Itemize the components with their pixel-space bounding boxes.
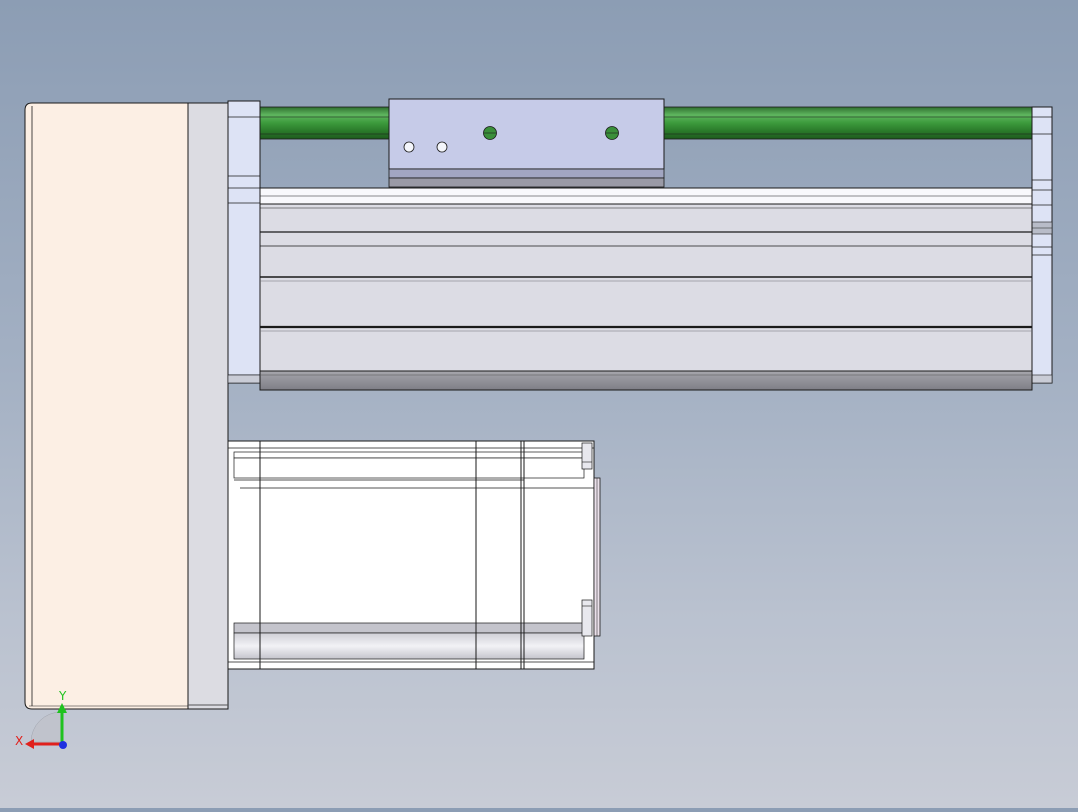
screw-head [483,126,497,140]
x-axis-label: X [15,734,23,748]
y-axis-label: Y [58,689,67,703]
end-plate-right [1031,106,1053,384]
coordinate-triad [25,703,67,749]
motor-cover [24,102,229,710]
stepper-motor [227,440,601,670]
rail-body [259,187,1033,391]
end-plate-left [227,100,261,384]
cad-viewport[interactable]: Y X [0,0,1078,808]
mounting-hole [436,141,448,153]
mounting-hole [403,141,415,153]
carriage-slider [388,98,665,188]
linear-actuator-drawing: Y X [15,98,1053,749]
screw-head [605,126,619,140]
